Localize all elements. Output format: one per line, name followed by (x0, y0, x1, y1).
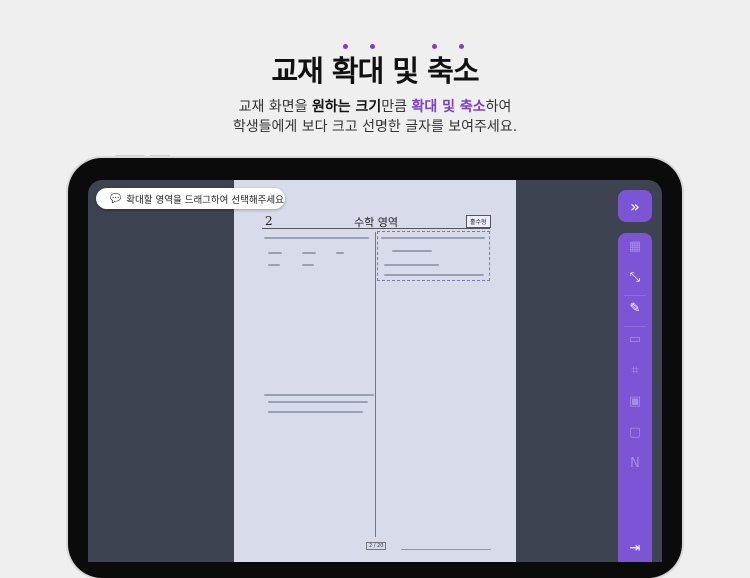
page-number: 2 (265, 214, 273, 228)
chat-icon: 💬 (110, 193, 122, 204)
window-icon[interactable]: ▣ (618, 394, 652, 409)
text-line (336, 252, 344, 254)
emphasis-dot (370, 44, 375, 49)
app-screen: 2 수학 영역 홀수형 2 / 20 💬 확대할 영역을 드래그하여 선택해주세요… (88, 180, 662, 562)
crop-icon[interactable]: ⌗ (618, 363, 652, 378)
emphasis-dot (432, 44, 437, 49)
textbook-page[interactable]: 2 수학 영역 홀수형 2 / 20 (234, 180, 516, 562)
text-line (264, 237, 369, 239)
text-line (268, 252, 282, 254)
text-line (384, 274, 484, 276)
exit-icon[interactable]: ⇥ (618, 541, 652, 556)
text-line (268, 411, 363, 413)
emphasis-dot (343, 44, 348, 49)
tooltip-text: 확대할 영역을 드래그하여 선택해주세요 (126, 194, 284, 206)
page-indicator: 2 / 20 (366, 542, 387, 550)
page-title: 교재 확대 및 축소 (271, 54, 479, 88)
video-icon[interactable]: ▢ (618, 425, 652, 440)
grid-icon[interactable]: ▦ (618, 239, 652, 254)
board-icon[interactable]: ▭ (618, 332, 652, 347)
text-line (302, 264, 314, 266)
text-line (381, 237, 485, 239)
column-divider (375, 232, 376, 537)
text-line (268, 264, 280, 266)
footer-note (401, 549, 491, 550)
text-line (392, 250, 432, 252)
eraser-icon[interactable]: Ν (618, 456, 652, 471)
tooltip: 💬 확대할 영역을 드래그하여 선택해주세요 (96, 188, 285, 209)
shrink-icon[interactable]: ⤡ (618, 270, 652, 285)
emphasis-dot (459, 44, 464, 49)
text-line (264, 394, 374, 396)
text-line (268, 401, 368, 403)
toolbar-separator (624, 295, 646, 296)
text-line (401, 549, 491, 550)
type-badge: 홀수형 (466, 215, 491, 228)
text-line (302, 252, 316, 254)
text-line (384, 264, 439, 266)
divider (262, 228, 490, 229)
toolbar: ▦ ⤡ ✎ ▭ ⌗ ▣ ▢ Ν ⇥ (618, 233, 652, 562)
pencil-icon[interactable]: ✎ (618, 301, 652, 316)
subtitle: 교재 화면을 원하는 크기만큼 확대 및 축소하여 학생들에게 보다 크고 선명… (232, 99, 518, 135)
toolbar-separator (624, 326, 646, 327)
expand-toolbar-button[interactable]: » (618, 190, 652, 222)
